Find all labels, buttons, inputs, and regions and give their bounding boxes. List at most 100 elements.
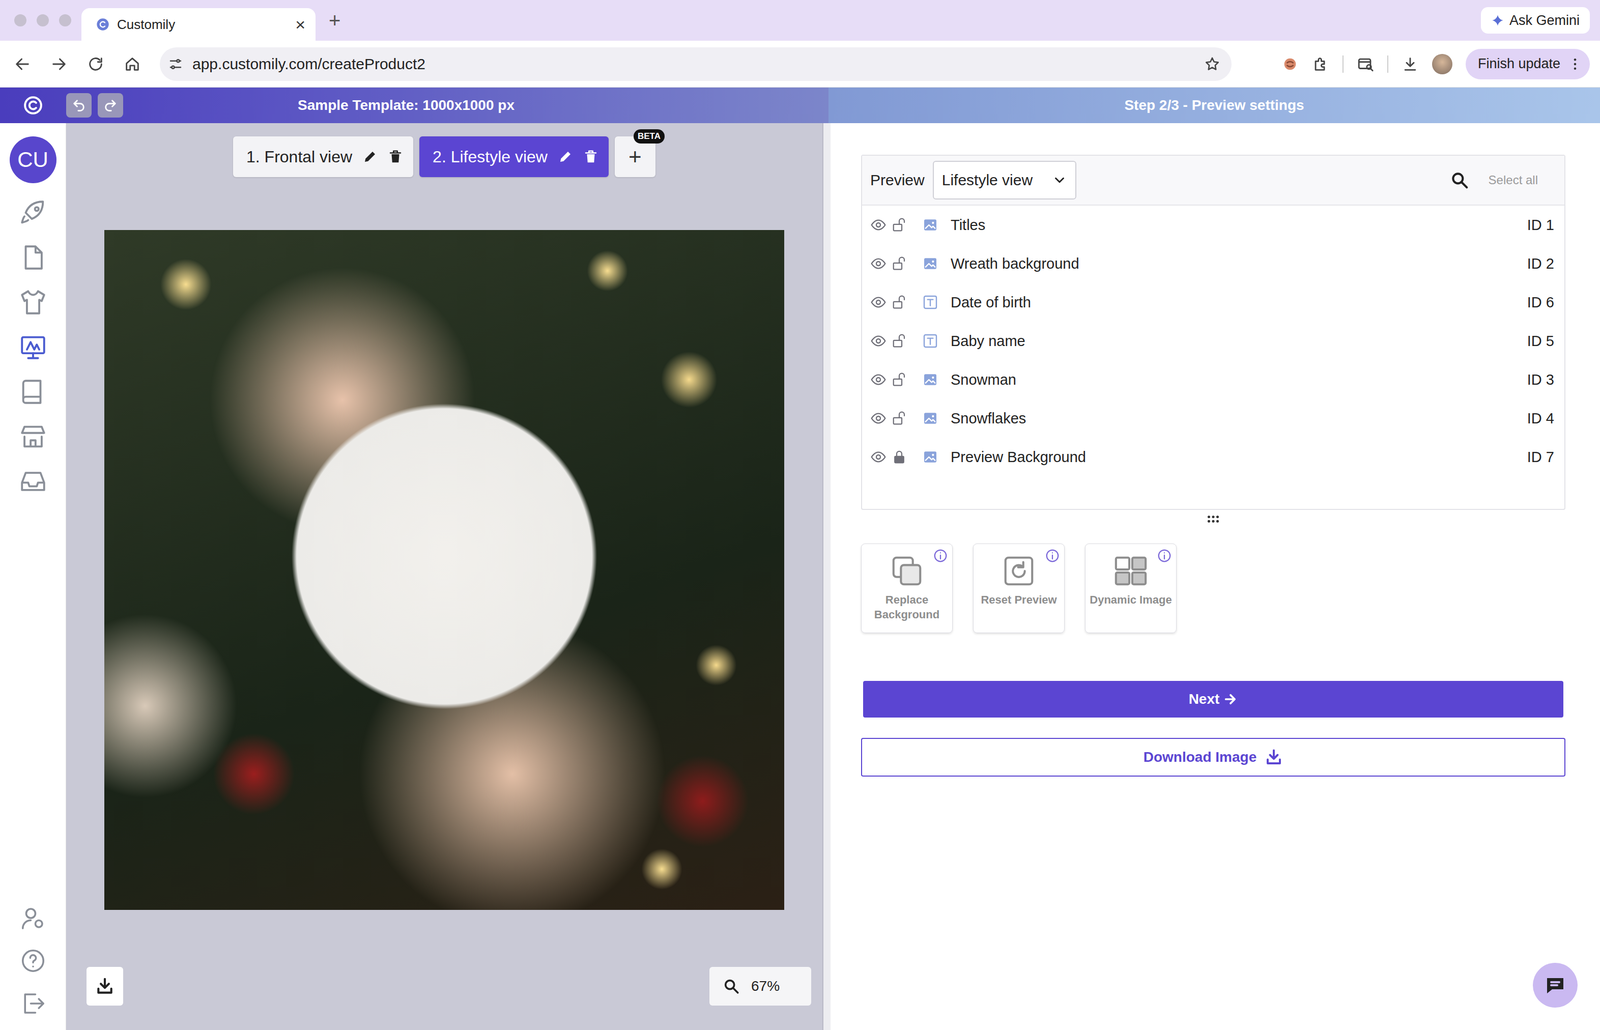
undo-button[interactable]	[66, 93, 92, 118]
sidebar-item[interactable]	[0, 235, 66, 280]
tab-search-icon[interactable]	[1356, 55, 1375, 73]
user-settings-icon	[19, 904, 47, 932]
file-icon	[18, 242, 48, 273]
sidebar-item[interactable]	[0, 369, 66, 415]
preview-image	[104, 230, 785, 910]
user-avatar[interactable]: CU	[9, 136, 57, 184]
pencil-icon[interactable]	[362, 149, 378, 165]
home-button[interactable]	[113, 55, 151, 73]
eye-icon[interactable]	[870, 448, 887, 466]
sidebar-item[interactable]	[0, 939, 66, 983]
sidebar-item[interactable]	[0, 459, 66, 504]
ask-gemini-button[interactable]: Ask Gemini	[1480, 7, 1590, 34]
info-icon[interactable]	[1156, 548, 1173, 564]
text-layer-icon	[922, 294, 939, 311]
finish-update-button[interactable]: Finish update	[1465, 48, 1590, 80]
redo-button[interactable]	[97, 93, 124, 118]
sidebar-item[interactable]	[0, 896, 66, 940]
eye-icon[interactable]	[870, 255, 887, 272]
toolbar-divider	[1342, 55, 1344, 73]
sparkle-icon	[1491, 13, 1505, 27]
sidebar-item[interactable]	[0, 190, 66, 236]
customily-logo-icon	[22, 95, 44, 116]
inbox-icon	[18, 466, 48, 497]
layer-row[interactable]: Baby nameID 5	[862, 321, 1565, 361]
download-icon[interactable]	[1401, 55, 1419, 73]
select-all-button[interactable]: Select all	[1488, 173, 1538, 188]
help-icon	[19, 947, 47, 975]
layer-row[interactable]: SnowflakesID 4	[862, 398, 1565, 438]
unlock-icon[interactable]	[891, 294, 907, 310]
sidebar: CU	[0, 123, 67, 1030]
view-tab[interactable]: 2. Lifestyle view	[419, 136, 609, 178]
unlock-icon[interactable]	[891, 255, 907, 272]
layer-id: ID 4	[1527, 410, 1555, 427]
finish-update-label: Finish update	[1477, 55, 1561, 72]
address-field[interactable]: app.customily.com/createProduct2	[159, 47, 1232, 81]
template-title: Sample Template: 1000x1000 px	[123, 97, 690, 114]
resize-handle[interactable]	[861, 511, 1566, 527]
add-view-label: +	[628, 144, 642, 170]
layer-row[interactable]: Date of birthID 6	[862, 282, 1565, 322]
sidebar-item[interactable]	[0, 279, 66, 325]
view-tab[interactable]: 1. Frontal view	[233, 136, 414, 178]
bookmark-star-icon[interactable]	[1204, 55, 1221, 73]
tab-close-button[interactable]: ×	[295, 15, 306, 34]
ask-gemini-label: Ask Gemini	[1509, 12, 1580, 29]
lock-icon[interactable]	[891, 449, 907, 465]
layers-header: PreviewLifestyle viewSelect all	[862, 155, 1565, 206]
unlock-icon[interactable]	[891, 217, 907, 233]
pencil-icon[interactable]	[557, 149, 574, 165]
next-button[interactable]: Next	[863, 680, 1564, 718]
settings-panel: PreviewLifestyle viewSelect allTitlesID …	[830, 123, 1600, 1030]
zoom-dot[interactable]	[59, 14, 72, 27]
eye-icon[interactable]	[870, 371, 887, 388]
profile-avatar[interactable]	[1432, 53, 1453, 75]
trash-icon[interactable]	[387, 149, 404, 165]
preview-view-select[interactable]: Lifestyle view	[932, 160, 1077, 200]
search-icon[interactable]	[1449, 170, 1470, 190]
download-image-button[interactable]: Download Image	[861, 737, 1566, 777]
info-icon[interactable]	[1044, 548, 1061, 564]
sidebar-item[interactable]	[0, 324, 66, 370]
new-tab-button[interactable]: +	[328, 10, 341, 31]
unlock-icon[interactable]	[891, 372, 907, 388]
layer-row[interactable]: TitlesID 1	[862, 205, 1565, 245]
sidebar-bottom	[0, 896, 66, 1030]
forward-button[interactable]	[40, 55, 78, 73]
tool-label: Reset Preview	[980, 592, 1057, 608]
rocket-icon	[18, 197, 48, 228]
info-icon[interactable]	[932, 548, 949, 564]
eye-icon[interactable]	[870, 294, 887, 311]
url-text[interactable]: app.customily.com/createProduct2	[192, 55, 1195, 73]
sidebar-item[interactable]	[0, 414, 66, 460]
more-icon	[1567, 56, 1583, 72]
zoom-control[interactable]: 67%	[709, 966, 812, 1006]
back-button[interactable]	[4, 55, 41, 73]
eye-icon[interactable]	[870, 216, 887, 234]
scrollbar[interactable]	[822, 123, 831, 1030]
tab-title: Customily	[117, 16, 289, 33]
layer-row[interactable]: Wreath backgroundID 2	[862, 244, 1565, 283]
unlock-icon[interactable]	[891, 410, 907, 426]
grip-dots-icon	[1204, 510, 1222, 528]
trash-icon[interactable]	[583, 149, 599, 165]
browser-tab[interactable]: Customily ×	[81, 8, 316, 41]
add-view-button[interactable]: +BETA	[614, 136, 656, 178]
app-logo[interactable]	[0, 95, 67, 116]
forward-icon	[50, 55, 68, 73]
unlock-icon[interactable]	[891, 333, 907, 349]
eye-icon[interactable]	[870, 410, 887, 427]
site-settings-icon[interactable]	[167, 56, 184, 72]
eye-icon[interactable]	[870, 332, 887, 350]
chat-button[interactable]	[1532, 962, 1578, 1008]
reload-button[interactable]	[77, 55, 114, 73]
minimize-dot[interactable]	[36, 14, 49, 27]
extension-icon[interactable]	[1281, 55, 1299, 73]
layer-row[interactable]: SnowmanID 3	[862, 360, 1565, 399]
download-canvas-button[interactable]	[86, 966, 124, 1006]
close-dot[interactable]	[14, 14, 27, 27]
layer-row[interactable]: Preview BackgroundID 7	[862, 437, 1565, 477]
puzzle-icon[interactable]	[1311, 55, 1330, 73]
sidebar-item[interactable]	[0, 982, 66, 1025]
